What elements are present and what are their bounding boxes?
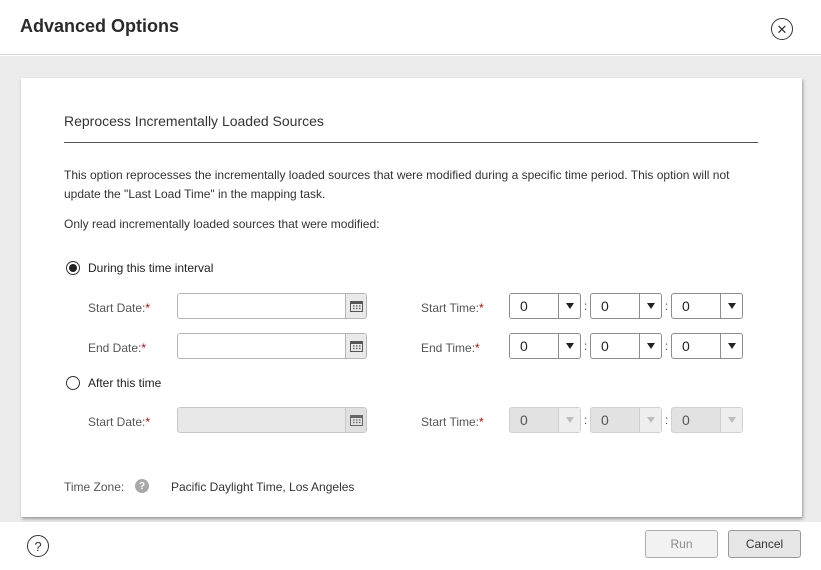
run-button[interactable]: Run bbox=[645, 530, 718, 558]
interval-end-date-input[interactable] bbox=[178, 334, 345, 358]
help-icon[interactable]: ? bbox=[27, 535, 49, 557]
dialog-title: Advanced Options bbox=[20, 16, 180, 36]
interval-end-hour-select[interactable]: 0 bbox=[509, 333, 581, 359]
interval-option[interactable]: During this time interval bbox=[66, 261, 213, 275]
calendar-icon[interactable] bbox=[345, 334, 366, 358]
after-radio[interactable] bbox=[66, 376, 80, 390]
interval-option-label: During this time interval bbox=[88, 261, 214, 275]
interval-radio[interactable] bbox=[66, 261, 80, 275]
interval-start-time: 0 : 0 : 0 bbox=[509, 293, 743, 319]
interval-end-date-field bbox=[177, 333, 367, 359]
chevron-down-icon bbox=[639, 408, 661, 432]
after-start-time: 0 : 0 : 0 bbox=[509, 407, 743, 433]
interval-start-minute-select[interactable]: 0 bbox=[590, 293, 662, 319]
chevron-down-icon bbox=[639, 294, 661, 318]
dialog-footer: ? Run Cancel bbox=[0, 522, 821, 570]
chevron-down-icon bbox=[720, 408, 742, 432]
chevron-down-icon bbox=[558, 294, 580, 318]
chevron-down-icon bbox=[720, 294, 742, 318]
help-icon[interactable]: ? bbox=[135, 479, 149, 493]
only-read-label: Only read incrementally loaded sources t… bbox=[64, 217, 380, 231]
interval-end-time: 0 : 0 : 0 bbox=[509, 333, 743, 359]
after-start-hour-select: 0 bbox=[509, 407, 581, 433]
after-start-date-input bbox=[178, 408, 345, 432]
interval-start-date-field bbox=[177, 293, 367, 319]
section-title: Reprocess Incrementally Loaded Sources bbox=[64, 113, 324, 129]
interval-start-date-input[interactable] bbox=[178, 294, 345, 318]
close-icon[interactable]: ✕ bbox=[771, 18, 793, 40]
cancel-button[interactable]: Cancel bbox=[728, 530, 801, 558]
calendar-icon bbox=[345, 408, 366, 432]
chevron-down-icon bbox=[639, 334, 661, 358]
chevron-down-icon bbox=[720, 334, 742, 358]
section-description: This option reprocesses the incrementall… bbox=[64, 168, 730, 201]
after-start-date-field bbox=[177, 407, 367, 433]
interval-start-date-label: Start Date:* bbox=[88, 301, 151, 315]
section-divider bbox=[64, 142, 758, 143]
after-start-date-label: Start Date:* bbox=[88, 415, 151, 429]
dialog-body: Reprocess Incrementally Loaded Sources T… bbox=[0, 56, 821, 522]
after-start-second-select: 0 bbox=[671, 407, 743, 433]
interval-end-second-select[interactable]: 0 bbox=[671, 333, 743, 359]
dialog-header: Advanced Options ✕ bbox=[0, 0, 821, 55]
after-option-label: After this time bbox=[88, 376, 162, 390]
interval-end-time-label: End Time:* bbox=[421, 341, 480, 355]
chevron-down-icon bbox=[558, 334, 580, 358]
timezone-value: Pacific Daylight Time, Los Angeles bbox=[171, 480, 355, 494]
chevron-down-icon bbox=[558, 408, 580, 432]
options-panel: Reprocess Incrementally Loaded Sources T… bbox=[21, 78, 802, 517]
timezone-label: Time Zone: bbox=[64, 480, 125, 494]
interval-start-hour-select[interactable]: 0 bbox=[509, 293, 581, 319]
after-start-time-label: Start Time:* bbox=[421, 415, 484, 429]
interval-end-minute-select[interactable]: 0 bbox=[590, 333, 662, 359]
interval-start-second-select[interactable]: 0 bbox=[671, 293, 743, 319]
after-start-minute-select: 0 bbox=[590, 407, 662, 433]
interval-start-time-label: Start Time:* bbox=[421, 301, 484, 315]
calendar-icon[interactable] bbox=[345, 294, 366, 318]
after-option[interactable]: After this time bbox=[66, 376, 161, 390]
interval-end-date-label: End Date:* bbox=[88, 341, 147, 355]
